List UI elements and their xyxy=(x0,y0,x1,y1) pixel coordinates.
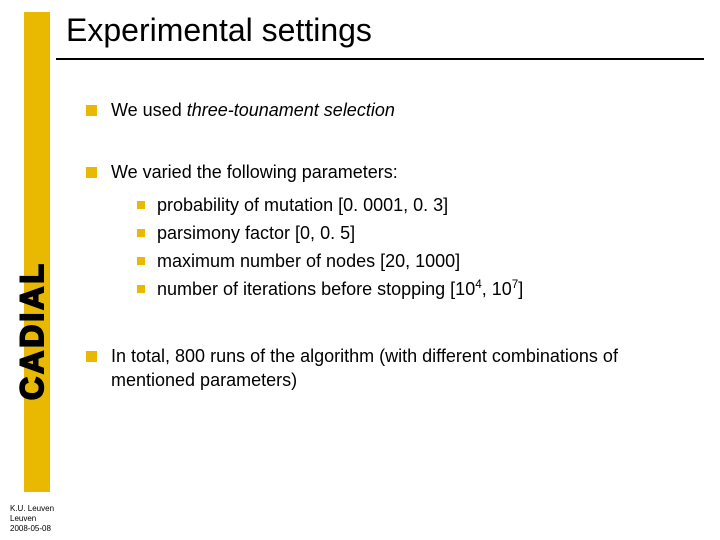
footer-line: Leuven xyxy=(10,514,54,524)
bullet-text: We used three-tounament selection xyxy=(111,98,395,122)
bullet-icon xyxy=(137,257,145,265)
sub-list: probability of mutation [0. 0001, 0. 3] … xyxy=(111,193,523,302)
bullet-icon xyxy=(137,229,145,237)
logo-text: CADIAL xyxy=(14,261,51,400)
sub-bullet-item: probability of mutation [0. 0001, 0. 3] xyxy=(137,193,523,217)
text-span: , 10 xyxy=(482,279,512,299)
sub-bullet-item: number of iterations before stopping [10… xyxy=(137,277,523,301)
bullet-text: In total, 800 runs of the algorithm (wit… xyxy=(111,344,686,393)
sub-bullet-text: parsimony factor [0, 0. 5] xyxy=(157,221,355,245)
sub-bullet-item: maximum number of nodes [20, 1000] xyxy=(137,249,523,273)
text-span: We used xyxy=(111,100,187,120)
text-span: number of iterations before stopping [10 xyxy=(157,279,475,299)
title-underline xyxy=(56,58,704,60)
bullet-icon xyxy=(86,105,97,116)
bullet-icon xyxy=(86,351,97,362)
bullet-item: We varied the following parameters: prob… xyxy=(86,160,686,305)
bullet-icon xyxy=(137,201,145,209)
bullet-item: In total, 800 runs of the algorithm (wit… xyxy=(86,344,686,393)
sub-bullet-item: parsimony factor [0, 0. 5] xyxy=(137,221,523,245)
sub-bullet-text: probability of mutation [0. 0001, 0. 3] xyxy=(157,193,448,217)
footer: K.U. Leuven Leuven 2008-05-08 xyxy=(10,504,54,534)
slide-title: Experimental settings xyxy=(66,12,372,49)
bullet-text: We varied the following parameters: xyxy=(111,160,523,184)
bullet-item: We used three-tounament selection xyxy=(86,98,686,122)
logo: CADIAL xyxy=(12,220,52,440)
footer-date: 2008-05-08 xyxy=(10,524,54,534)
bullet-icon xyxy=(86,167,97,178)
text-italic: three-tounament selection xyxy=(187,100,395,120)
sub-bullet-text: number of iterations before stopping [10… xyxy=(157,277,523,301)
sub-bullet-text: maximum number of nodes [20, 1000] xyxy=(157,249,460,273)
slide-body: We used three-tounament selection We var… xyxy=(86,98,686,392)
footer-line: K.U. Leuven xyxy=(10,504,54,514)
bullet-text-group: We varied the following parameters: prob… xyxy=(111,160,523,305)
bullet-icon xyxy=(137,285,145,293)
text-span: ] xyxy=(518,279,523,299)
